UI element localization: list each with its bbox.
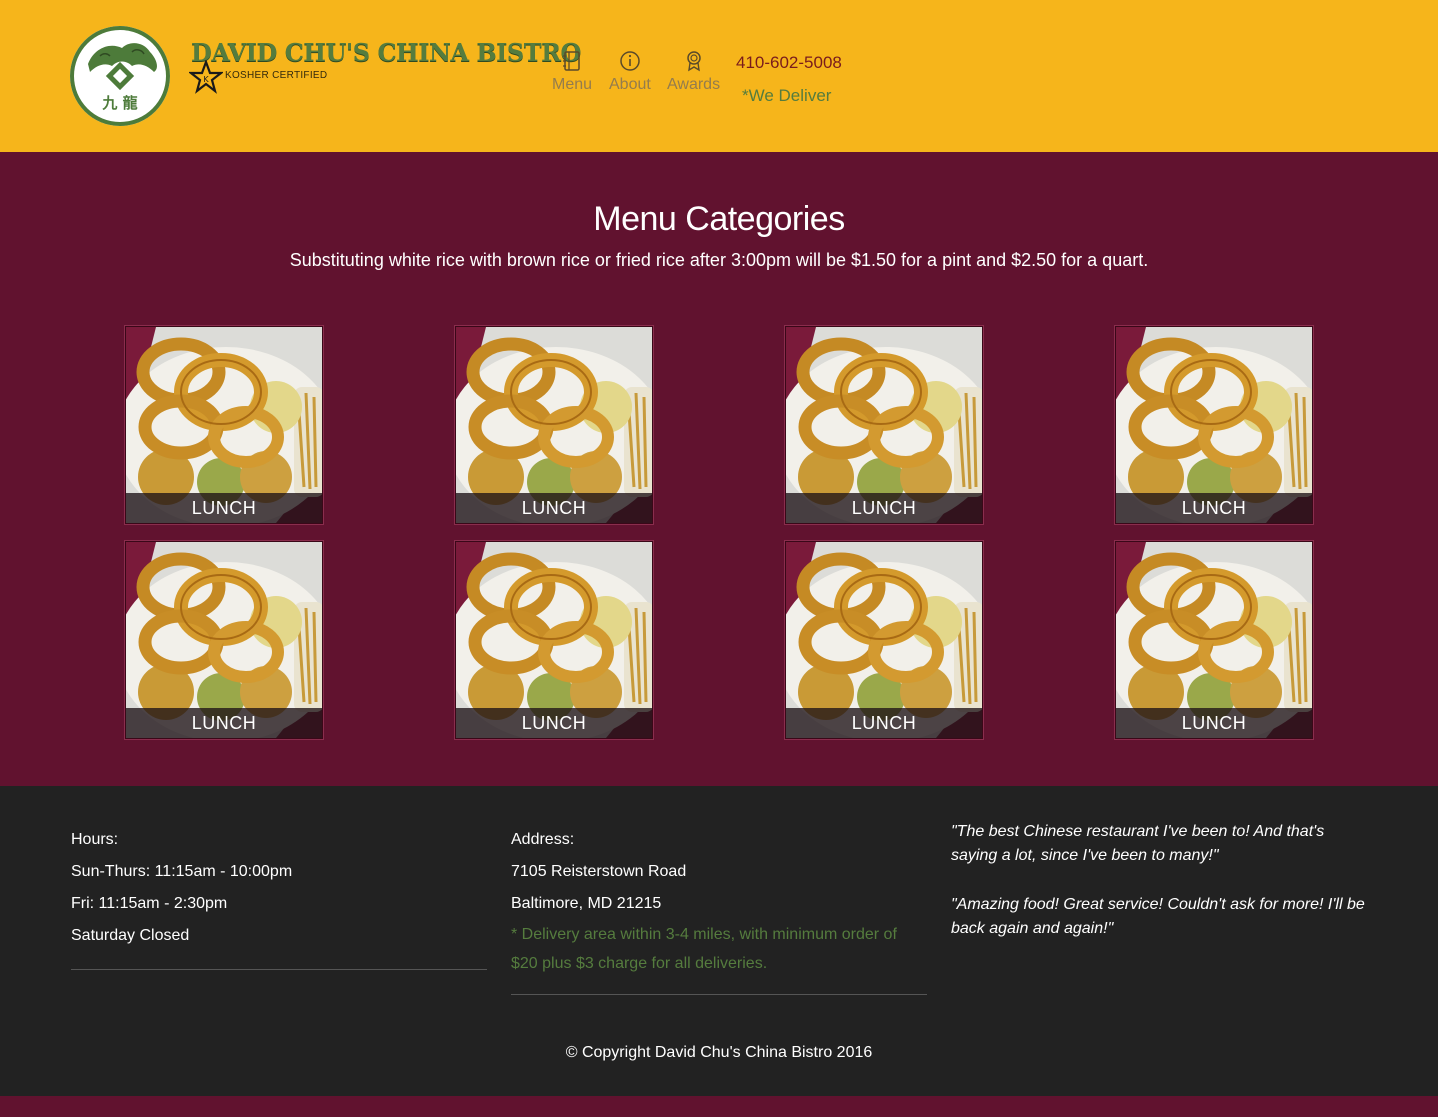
address-section: Address: 7105 Reisterstown Road Baltimor…	[511, 824, 927, 995]
page-title: Menu Categories	[593, 200, 845, 238]
nav-menu-label: Menu	[552, 76, 593, 93]
testimonial-quote: "The best Chinese restaurant I've been t…	[951, 823, 1325, 864]
nav-awards-label: Awards	[667, 76, 721, 93]
delivery-note: *We Deliver	[742, 86, 832, 105]
hours-line: Sun-Thurs: 11:15am - 10:00pm	[71, 863, 293, 880]
hours-line: Saturday Closed	[71, 927, 190, 944]
tile-caption: LUNCH	[456, 493, 652, 523]
tile-caption: LUNCH	[126, 708, 322, 738]
tile-caption: LUNCH	[786, 493, 982, 523]
award-icon	[686, 51, 701, 72]
brand-name[interactable]: DAVID CHU'S CHINA BISTRO	[191, 38, 581, 67]
tile-caption: LUNCH	[1116, 708, 1312, 738]
tile-caption: LUNCH	[126, 493, 322, 523]
menu-category-tile[interactable]: LUNCH	[125, 541, 323, 739]
menu-categories-section: Menu Categories Substituting white rice …	[0, 152, 1438, 786]
menu-category-tile[interactable]: LUNCH	[785, 541, 983, 739]
tile-caption: LUNCH	[1116, 493, 1312, 523]
copyright: © Copyright David Chu's China Bistro 201…	[565, 1044, 873, 1061]
hours-line: Fri: 11:15am - 2:30pm	[71, 895, 228, 912]
star-icon: K	[189, 60, 223, 94]
tile-caption: LUNCH	[786, 708, 982, 738]
logo[interactable]: 九 龍	[70, 26, 170, 126]
hours-heading: Hours:	[71, 831, 119, 848]
nav-about[interactable]: About	[609, 50, 651, 94]
delivery-area-note: * Delivery area within 3-4 miles, with m…	[511, 926, 897, 972]
divider	[71, 969, 487, 970]
menu-category-tile[interactable]: LUNCH	[785, 326, 983, 524]
menu-category-tile[interactable]: LUNCH	[455, 541, 653, 739]
menu-category-tile[interactable]: LUNCH	[455, 326, 653, 524]
svg-text:K: K	[203, 75, 209, 84]
address-line: Baltimore, MD 21215	[511, 895, 662, 912]
nav-about-label: About	[609, 76, 651, 93]
menu-book-icon	[563, 51, 580, 71]
nav-awards[interactable]: Awards	[667, 50, 720, 94]
tile-caption: LUNCH	[456, 708, 652, 738]
kosher-label: KOSHER CERTIFIED	[225, 70, 328, 81]
menu-category-tile[interactable]: LUNCH	[1115, 326, 1313, 524]
divider	[511, 994, 927, 995]
dragon-logo-icon: 九 龍	[88, 43, 157, 112]
testimonials-section: "The best Chinese restaurant I've been t…	[951, 820, 1371, 966]
info-icon	[620, 51, 640, 71]
site-header: 九 龍 DAVID CHU'S CHINA BISTRO K KOSHER CE…	[0, 0, 1438, 152]
address-line: 7105 Reisterstown Road	[511, 863, 687, 880]
menu-category-tile[interactable]: LUNCH	[1115, 541, 1313, 739]
logo-characters: 九 龍	[101, 94, 137, 112]
nav-menu[interactable]: Menu	[552, 50, 592, 94]
phone-number[interactable]: 410-602-5008	[736, 53, 842, 73]
menu-category-tile[interactable]: LUNCH	[125, 326, 323, 524]
rice-substitution-note: Substituting white rice with brown rice …	[289, 250, 1149, 270]
testimonial-quote: "Amazing food! Great service! Couldn't a…	[951, 896, 1365, 937]
site-footer: Hours: Sun-Thurs: 11:15am - 10:00pm Fri:…	[0, 786, 1438, 1096]
address-heading: Address:	[511, 831, 575, 848]
hours-section: Hours: Sun-Thurs: 11:15am - 10:00pm Fri:…	[71, 824, 487, 970]
